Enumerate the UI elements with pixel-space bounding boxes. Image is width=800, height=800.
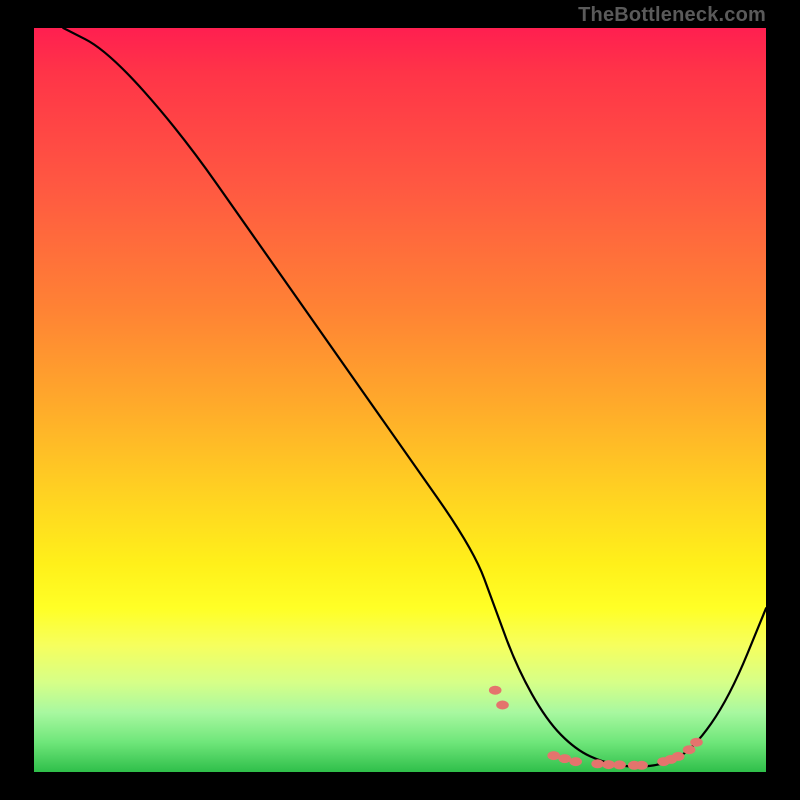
valley-marker [547, 751, 560, 760]
valley-marker [683, 745, 696, 754]
plot-area [34, 28, 766, 772]
valley-marker [591, 759, 604, 768]
valley-marker [496, 701, 509, 710]
valley-marker [635, 761, 648, 770]
valley-marker [672, 752, 685, 761]
valley-marker [690, 738, 703, 747]
attribution-label: TheBottleneck.com [578, 4, 766, 27]
valley-markers [489, 686, 703, 770]
valley-marker [613, 760, 626, 769]
chart-overlay [34, 28, 766, 772]
bottleneck-curve [63, 28, 766, 767]
valley-marker [558, 754, 571, 763]
valley-marker [602, 760, 615, 769]
valley-marker [569, 757, 582, 766]
valley-marker [489, 686, 502, 695]
chart-canvas: TheBottleneck.com [0, 0, 800, 800]
